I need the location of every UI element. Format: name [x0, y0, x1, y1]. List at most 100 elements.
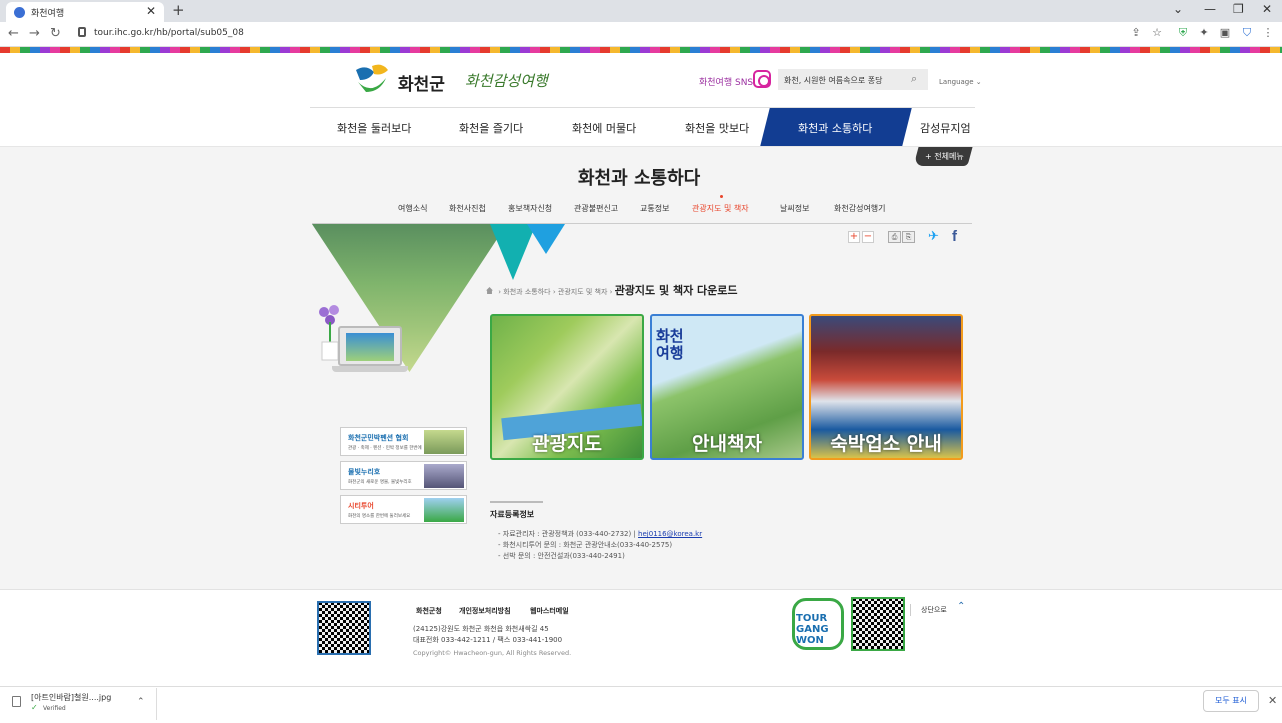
download-bar: [0, 686, 1282, 723]
zoom-in-button[interactable]: +: [848, 231, 860, 243]
tour-gangwon-text[interactable]: TOUR GANG WON: [796, 613, 840, 646]
tab-close-icon[interactable]: ✕: [146, 4, 156, 18]
laptop-base: [332, 366, 408, 372]
bookmark-star-icon[interactable]: ☆: [1151, 27, 1163, 39]
facebook-icon[interactable]: f: [952, 228, 957, 245]
subnav-travel-story[interactable]: 화천감성여행기: [834, 203, 886, 214]
breadcrumb-sep: ›: [609, 288, 613, 296]
breadcrumb-item[interactable]: 관광지도 및 책자: [558, 288, 608, 296]
sns-label: 화천여행 SNS: [699, 78, 754, 88]
nav-item-enjoy[interactable]: 화천을 즐기다: [459, 120, 523, 136]
language-select[interactable]: Language ⌄: [939, 78, 982, 86]
card-label: 숙박업소 안내: [830, 433, 942, 455]
download-options-chevron-icon[interactable]: ⌃: [137, 697, 145, 707]
footer-link-webmaster[interactable]: 웹마스터메일: [530, 606, 569, 616]
info-row-boat: - 선박 문의 : 안전건설과(033-440-2491): [498, 552, 625, 560]
browser-tab[interactable]: 화천여행 ✕: [6, 2, 164, 22]
url-text[interactable]: tour.ihc.go.kr/hb/portal/sub05_08: [94, 28, 244, 38]
favicon-icon: [14, 7, 25, 18]
minimize-button[interactable]: —: [1204, 2, 1216, 16]
breadcrumb-sep: ›: [552, 288, 556, 296]
all-menu-label[interactable]: + 전체메뉴: [925, 151, 964, 162]
twitter-icon[interactable]: ✈: [928, 229, 939, 244]
home-icon[interactable]: [486, 287, 493, 294]
side-banner-title: 물빛누리호: [348, 468, 381, 476]
lock-icon[interactable]: [78, 27, 86, 37]
footer-link-county-office[interactable]: 화천군청: [416, 606, 442, 616]
reload-icon[interactable]: ↻: [50, 26, 61, 41]
chevron-up-icon[interactable]: ⌃: [957, 601, 965, 612]
print-icon[interactable]: ⎙: [888, 231, 901, 243]
tab-strip: [0, 0, 1282, 22]
tour-map-card[interactable]: 관광지도: [490, 314, 644, 460]
nav-item-stay[interactable]: 화천에 머물다: [572, 120, 636, 136]
side-banner-sub: 화천의 명소를 한번에 둘러보세요: [348, 514, 411, 519]
footer-link-privacy[interactable]: 개인정보처리방침: [459, 606, 511, 616]
qr-code-right: [851, 597, 905, 651]
show-all-downloads-button[interactable]: 모두 표시: [1203, 690, 1259, 712]
restore-button[interactable]: ❐: [1233, 2, 1244, 16]
card-label: 안내책자: [692, 433, 762, 455]
shield-extension-icon[interactable]: ⛨: [1177, 27, 1189, 39]
side-banner-title: 시티투어: [348, 502, 374, 510]
download-filename[interactable]: [아트인바람]철원....jpg: [31, 692, 111, 703]
side-banner-image: [424, 498, 464, 522]
share-icon[interactable]: ⇪: [1130, 27, 1142, 39]
side-banner-sub: 관광 · 축제 · 펜션 · 민박 정보를 한번에: [348, 446, 422, 451]
tab-search-icon[interactable]: ⌄: [1173, 2, 1183, 16]
info-text: - 자료관리자 : 관광정책과 (033-440-2732) |: [498, 530, 639, 538]
instagram-icon[interactable]: [753, 70, 771, 88]
nav-item-taste[interactable]: 화천을 맛보다: [685, 120, 749, 136]
subnav-weather[interactable]: 날씨정보: [780, 203, 809, 214]
back-to-top-link[interactable]: 상단으로: [921, 605, 947, 615]
info-divider: [490, 501, 543, 503]
forward-icon[interactable]: →: [29, 26, 40, 41]
side-banner-city-tour[interactable]: 시티투어 화천의 명소를 한번에 둘러보세요: [340, 495, 467, 524]
side-banner-image: [424, 464, 464, 488]
search-placeholder[interactable]: 화천, 시원한 여름속으로 퐁당: [784, 75, 883, 86]
side-panel-icon[interactable]: ▣: [1219, 27, 1231, 39]
side-banner-image: [424, 430, 464, 454]
breadcrumb-sep: ›: [498, 288, 502, 296]
subnav-maps-brochures[interactable]: 관광지도 및 책자: [692, 203, 749, 214]
manager-email-link[interactable]: hej0116@korea.kr: [638, 530, 702, 538]
subnav-traffic[interactable]: 교통정보: [640, 203, 669, 214]
file-icon: [12, 696, 21, 707]
footer-address: (24125)강원도 화천군 화천읍 화천새싹길 45: [413, 625, 549, 633]
nav-item-explore[interactable]: 화천을 둘러보다: [337, 120, 411, 136]
search-icon[interactable]: ⌕: [911, 72, 917, 86]
info-row-citytour: - 화천시티투어 문의 : 화천군 관광안내소(033-440-2575): [498, 541, 673, 549]
breadcrumb-item[interactable]: 화천과 소통하다: [503, 288, 550, 296]
close-download-bar-icon[interactable]: ✕: [1268, 694, 1277, 707]
logo-mark-icon[interactable]: [352, 62, 392, 96]
subnav-news[interactable]: 여행소식: [398, 203, 427, 214]
logo-slogan[interactable]: 화천감성여행: [465, 70, 548, 91]
footer-copyright: Copyright© Hwacheon-gun, All Rights Rese…: [413, 649, 572, 657]
info-title: 자료등록정보: [490, 510, 535, 519]
menu-kebab-icon[interactable]: ⋮: [1262, 27, 1274, 39]
breadcrumb-current: 관광지도 및 책자 다운로드: [614, 284, 738, 297]
extensions-puzzle-icon[interactable]: ✦: [1198, 27, 1210, 39]
logo-name[interactable]: 화천군: [398, 70, 445, 95]
side-banner-pension-association[interactable]: 화천군민박펜션 협회 관광 · 축제 · 펜션 · 민박 정보를 한번에: [340, 427, 467, 456]
side-banner-title: 화천군민박펜션 협회: [348, 434, 409, 442]
nav-item-museum[interactable]: 감성뮤지엄: [920, 120, 971, 136]
close-window-button[interactable]: ✕: [1262, 2, 1272, 16]
guide-cover-title: 화천 여행: [656, 327, 684, 362]
subnav-complaint[interactable]: 관광불편신고: [574, 203, 618, 214]
side-banner-mulbit-boat[interactable]: 물빛누리호 화천군의 새로운 명물, 물빛누리호: [340, 461, 467, 490]
footer-phone: 대표전화 033-442-1211 / 팩스 033-441-1900: [413, 636, 563, 644]
subnav-brochure-request[interactable]: 홍보책자신청: [508, 203, 552, 214]
zoom-out-button[interactable]: −: [862, 231, 874, 243]
save-icon[interactable]: ⎘: [902, 231, 915, 243]
nav-item-communicate[interactable]: 화천과 소통하다: [798, 120, 872, 136]
info-row-manager: - 자료관리자 : 관광정책과 (033-440-2732) | hej0116…: [498, 529, 702, 539]
subnav-photos[interactable]: 화천사진첩: [449, 203, 486, 214]
profile-shield-icon[interactable]: ⛉: [1241, 27, 1253, 39]
page-title: 화천과 소통하다: [578, 168, 701, 189]
lodging-guide-card[interactable]: 숙박업소 안내: [809, 314, 963, 460]
guide-book-card[interactable]: 화천 여행 안내책자: [650, 314, 804, 460]
new-tab-button[interactable]: +: [172, 1, 185, 19]
qr-code-left: [317, 601, 371, 655]
back-icon[interactable]: ←: [8, 26, 19, 41]
